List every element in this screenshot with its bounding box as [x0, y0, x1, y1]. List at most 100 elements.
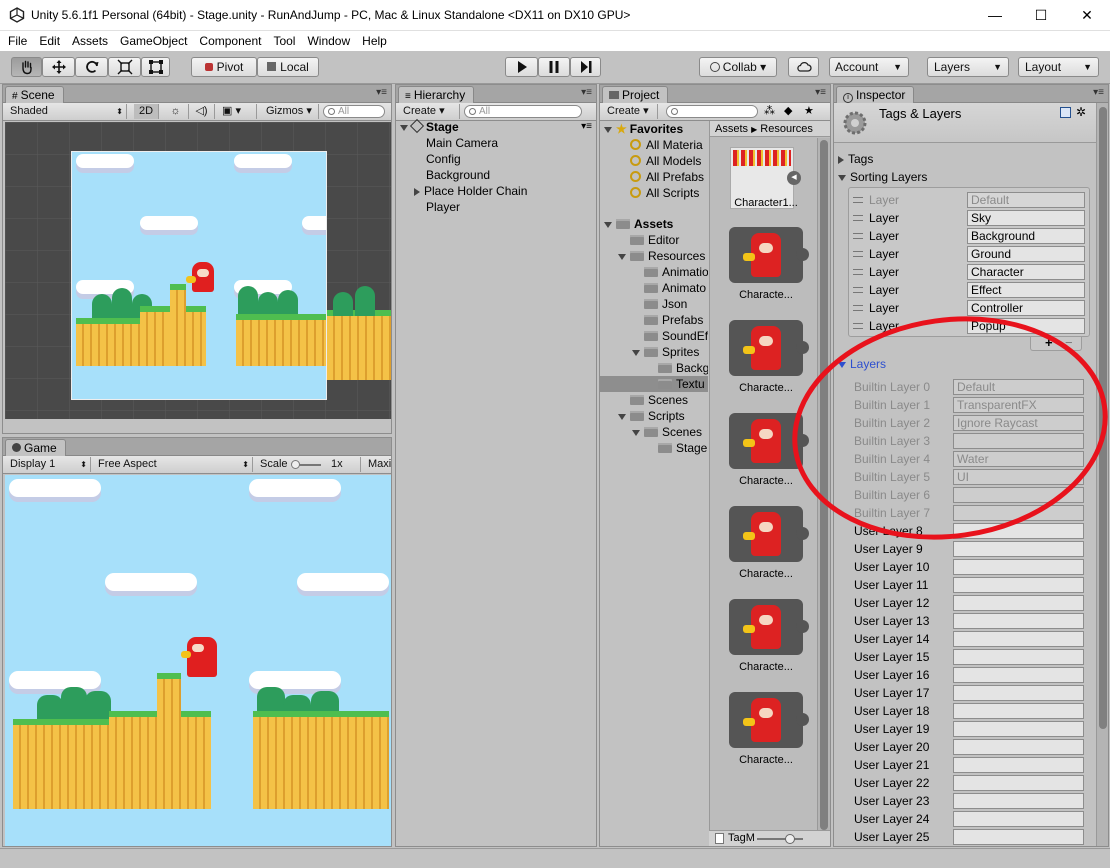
sorting-layer-name-field[interactable]: Controller: [967, 300, 1085, 316]
tab-game[interactable]: Game: [5, 439, 66, 456]
play-circle-icon[interactable]: [796, 527, 809, 540]
layer-name-field[interactable]: [953, 577, 1084, 593]
expand-arrow-icon[interactable]: [604, 221, 612, 228]
layer-name-field[interactable]: [953, 685, 1084, 701]
layer-name-field[interactable]: [953, 721, 1084, 737]
panel-menu-icon[interactable]: ▾≡: [1093, 87, 1104, 98]
expand-arrow-icon[interactable]: [618, 253, 626, 260]
scene-root-stage[interactable]: Stage ▾≡: [400, 118, 594, 135]
project-folder-item[interactable]: Prefabs: [644, 312, 708, 328]
project-folder-item[interactable]: Animatio: [644, 264, 708, 280]
filter-type-icon[interactable]: ⁂: [764, 104, 775, 117]
sorting-layer-name-field[interactable]: Effect: [967, 282, 1085, 298]
create-dropdown[interactable]: Create ▾: [398, 104, 460, 119]
remove-sorting-layer-button[interactable]: −: [1065, 335, 1073, 350]
project-folder-item[interactable]: Stage: [658, 440, 708, 456]
drag-handle-icon[interactable]: [853, 323, 863, 329]
shading-mode-dropdown[interactable]: Shaded ⬍: [5, 104, 127, 119]
drag-handle-icon[interactable]: [853, 269, 863, 275]
zoom-slider-knob[interactable]: [785, 834, 795, 844]
display-dropdown[interactable]: Display 1 ⬍: [5, 457, 91, 472]
layer-name-field[interactable]: [953, 793, 1084, 809]
project-search-input[interactable]: [666, 105, 758, 118]
expand-arrow-icon[interactable]: [618, 413, 626, 420]
play-circle-icon[interactable]: [796, 434, 809, 447]
expand-arrow-icon[interactable]: [400, 124, 408, 131]
hierarchy-item[interactable]: Player: [426, 199, 460, 215]
minimize-button[interactable]: —: [972, 0, 1018, 30]
tab-hierarchy[interactable]: ≡ Hierarchy: [398, 86, 475, 103]
add-sorting-layer-button[interactable]: +: [1045, 335, 1053, 350]
sprite-thumbnail[interactable]: [729, 692, 809, 748]
hierarchy-search-input[interactable]: All: [464, 105, 582, 118]
close-button[interactable]: ✕: [1064, 0, 1110, 30]
cloud-button[interactable]: [788, 57, 819, 77]
play-circle-icon[interactable]: [796, 248, 809, 261]
layer-name-field[interactable]: [953, 703, 1084, 719]
audio-toggle[interactable]: ◁): [189, 104, 215, 119]
drag-handle-icon[interactable]: [853, 287, 863, 293]
sprite-thumbnail[interactable]: [729, 227, 809, 283]
scene-menu-icon[interactable]: ▾≡: [581, 119, 592, 135]
2d-toggle[interactable]: 2D: [134, 104, 159, 119]
project-folder-item[interactable]: Sprites: [632, 344, 708, 360]
layer-name-field[interactable]: [953, 595, 1084, 611]
effects-dropdown[interactable]: ▣ ▾: [217, 104, 257, 119]
sorting-layer-name-field[interactable]: Sky: [967, 210, 1085, 226]
menu-item-tool[interactable]: Tool: [267, 31, 301, 51]
layer-name-field[interactable]: [953, 613, 1084, 629]
hierarchy-item[interactable]: Config: [426, 151, 461, 167]
scale-slider[interactable]: Scale 1x: [255, 457, 361, 472]
play-button[interactable]: [505, 57, 538, 77]
sprite-thumbnail[interactable]: [729, 506, 809, 562]
expand-arrow-icon[interactable]: [632, 349, 640, 356]
project-folder-item[interactable]: Scripts: [618, 408, 708, 424]
maximize-button[interactable]: ☐: [1018, 0, 1064, 30]
hierarchy-item[interactable]: Place Holder Chain: [414, 183, 527, 199]
sorting-layers-foldout[interactable]: Sorting Layers: [838, 169, 927, 185]
rotate-tool-button[interactable]: [75, 57, 108, 77]
filter-label-icon[interactable]: ◆: [784, 104, 792, 117]
collapsed-arrow-icon[interactable]: [838, 155, 844, 164]
expand-arrow-icon[interactable]: [838, 174, 846, 181]
project-folder-item[interactable]: Scenes: [632, 424, 708, 440]
hierarchy-item[interactable]: Background: [426, 167, 490, 183]
layer-name-field[interactable]: [953, 757, 1084, 773]
layout-dropdown[interactable]: Layout ▼: [1018, 57, 1099, 77]
project-folder-item[interactable]: SoundEf: [644, 328, 708, 344]
drag-handle-icon[interactable]: [853, 215, 863, 221]
scene-viewport[interactable]: [5, 122, 391, 419]
drag-handle-icon[interactable]: [853, 233, 863, 239]
play-circle-icon[interactable]: [796, 341, 809, 354]
project-folder-item[interactable]: Editor: [630, 232, 708, 248]
tags-foldout[interactable]: Tags: [838, 151, 873, 167]
project-folder-item[interactable]: Resources: [618, 248, 708, 264]
menu-item-file[interactable]: File: [2, 31, 33, 51]
sorting-layer-name-field[interactable]: Ground: [967, 246, 1085, 262]
project-folder-item[interactable]: Textu: [600, 376, 708, 392]
account-dropdown[interactable]: Account ▼: [829, 57, 909, 77]
lighting-toggle[interactable]: ☼: [163, 104, 189, 119]
favorite-search-item[interactable]: All Materia: [630, 137, 703, 153]
pivot-toggle[interactable]: Pivot: [191, 57, 257, 77]
layer-name-field[interactable]: [953, 649, 1084, 665]
menu-item-component[interactable]: Component: [193, 31, 267, 51]
sprite-thumbnail[interactable]: [729, 320, 809, 376]
settings-gear-icon[interactable]: ✲: [1076, 105, 1086, 119]
gizmos-dropdown[interactable]: Gizmos ▾: [261, 104, 319, 119]
scrollbar-thumb[interactable]: [1099, 107, 1107, 729]
sprite-thumbnail[interactable]: [729, 599, 809, 655]
scale-tool-button[interactable]: [108, 57, 141, 77]
project-folder-item[interactable]: Json: [644, 296, 708, 312]
tab-inspector[interactable]: i Inspector: [836, 86, 915, 103]
local-toggle[interactable]: Local: [257, 57, 319, 77]
drag-handle-icon[interactable]: [853, 251, 863, 257]
layer-name-field[interactable]: [953, 667, 1084, 683]
drag-handle-icon[interactable]: [853, 197, 863, 203]
menu-item-edit[interactable]: Edit: [33, 31, 66, 51]
step-button[interactable]: [570, 57, 601, 77]
expand-arrow-icon[interactable]: [604, 126, 612, 133]
layer-name-field[interactable]: [953, 739, 1084, 755]
sorting-layer-name-field[interactable]: Background: [967, 228, 1085, 244]
layer-name-field[interactable]: [953, 829, 1084, 845]
